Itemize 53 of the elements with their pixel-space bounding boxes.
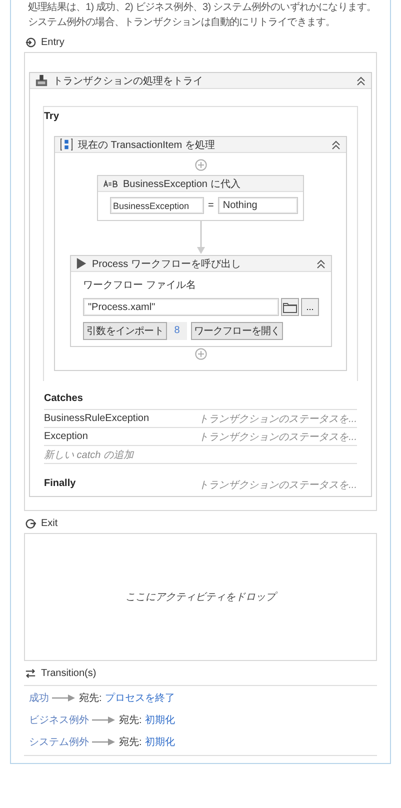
transition-target[interactable]: 初期化 bbox=[144, 713, 175, 727]
section-label: Exit bbox=[41, 518, 58, 528]
transition-target[interactable]: 初期化 bbox=[144, 735, 175, 749]
catch-action: トランザクションのステータスを... bbox=[198, 430, 357, 444]
exception-name[interactable]: BusinessRuleException bbox=[44, 413, 150, 424]
equals-sign: = bbox=[208, 200, 214, 211]
add-catch-link[interactable]: 新しい catch の追加 bbox=[44, 448, 134, 462]
field-label: ワークフロー ファイル名 bbox=[83, 279, 197, 292]
play-icon bbox=[76, 257, 87, 270]
assign-icon bbox=[103, 180, 118, 188]
activity-title: BusinessException に代入 bbox=[123, 178, 242, 190]
collapse-icon[interactable] bbox=[356, 76, 366, 86]
assign-value-field[interactable]: Nothing bbox=[218, 197, 298, 214]
transition-trigger[interactable]: システム例外 bbox=[29, 735, 89, 749]
sequence-icon bbox=[60, 138, 73, 151]
assign-to-field[interactable]: BusinessException bbox=[110, 197, 204, 214]
import-arguments-button[interactable]: 引数をインポート bbox=[83, 322, 167, 340]
file-name-field[interactable]: "Process.xaml" bbox=[83, 298, 279, 316]
activity-title: トランザクションの処理をトライ bbox=[53, 74, 204, 88]
catch-action: トランザクションのステータスを... bbox=[198, 412, 357, 426]
transitions-icon bbox=[25, 668, 36, 678]
target-prefix: 宛先: bbox=[79, 692, 102, 705]
activity-title: Process ワークフローを呼び出し bbox=[92, 258, 242, 270]
target-prefix: 宛先: bbox=[119, 714, 142, 727]
exception-name[interactable]: Exception bbox=[44, 431, 88, 442]
drop-hint: ここにアクティビティをドロップ bbox=[126, 590, 276, 604]
try-catch-icon bbox=[35, 74, 48, 87]
collapse-icon[interactable] bbox=[316, 258, 326, 268]
catches-label: Catches bbox=[44, 381, 357, 410]
transition-target[interactable]: プロセスを終了 bbox=[104, 691, 175, 705]
activity-title: 現在の TransactionItem を処理 bbox=[78, 138, 216, 152]
drop-zone[interactable]: ここにアクティビティをドロップ bbox=[24, 533, 377, 661]
description-text: 処理結果は、1) 成功、2) ビジネス例外、3) システム例外のいずれかになります。 bbox=[28, 0, 378, 15]
section-label: Entry bbox=[41, 36, 64, 48]
exit-icon bbox=[25, 518, 36, 528]
section-label: Transition(s) bbox=[41, 668, 96, 678]
finally-label: Finally bbox=[44, 478, 76, 491]
try-label: Try bbox=[44, 111, 60, 122]
folder-button[interactable] bbox=[281, 298, 299, 316]
more-button[interactable]: ... bbox=[301, 298, 319, 316]
finally-action: トランザクションのステータスを... bbox=[198, 479, 357, 492]
arrow-icon bbox=[92, 716, 116, 724]
argument-count: 8 bbox=[167, 322, 187, 340]
description-text: システム例外の場合、トランザクションは自動的にリトライできます。 bbox=[28, 16, 336, 30]
entry-icon bbox=[25, 36, 36, 48]
folder-icon bbox=[283, 302, 297, 312]
transition-trigger[interactable]: 成功 bbox=[29, 691, 49, 705]
collapse-icon[interactable] bbox=[331, 140, 341, 150]
arrow-icon bbox=[52, 694, 76, 702]
arrow-icon bbox=[92, 738, 116, 746]
target-prefix: 宛先: bbox=[119, 736, 142, 749]
transition-trigger[interactable]: ビジネス例外 bbox=[29, 713, 89, 727]
open-workflow-button[interactable]: ワークフローを開く bbox=[191, 322, 283, 340]
